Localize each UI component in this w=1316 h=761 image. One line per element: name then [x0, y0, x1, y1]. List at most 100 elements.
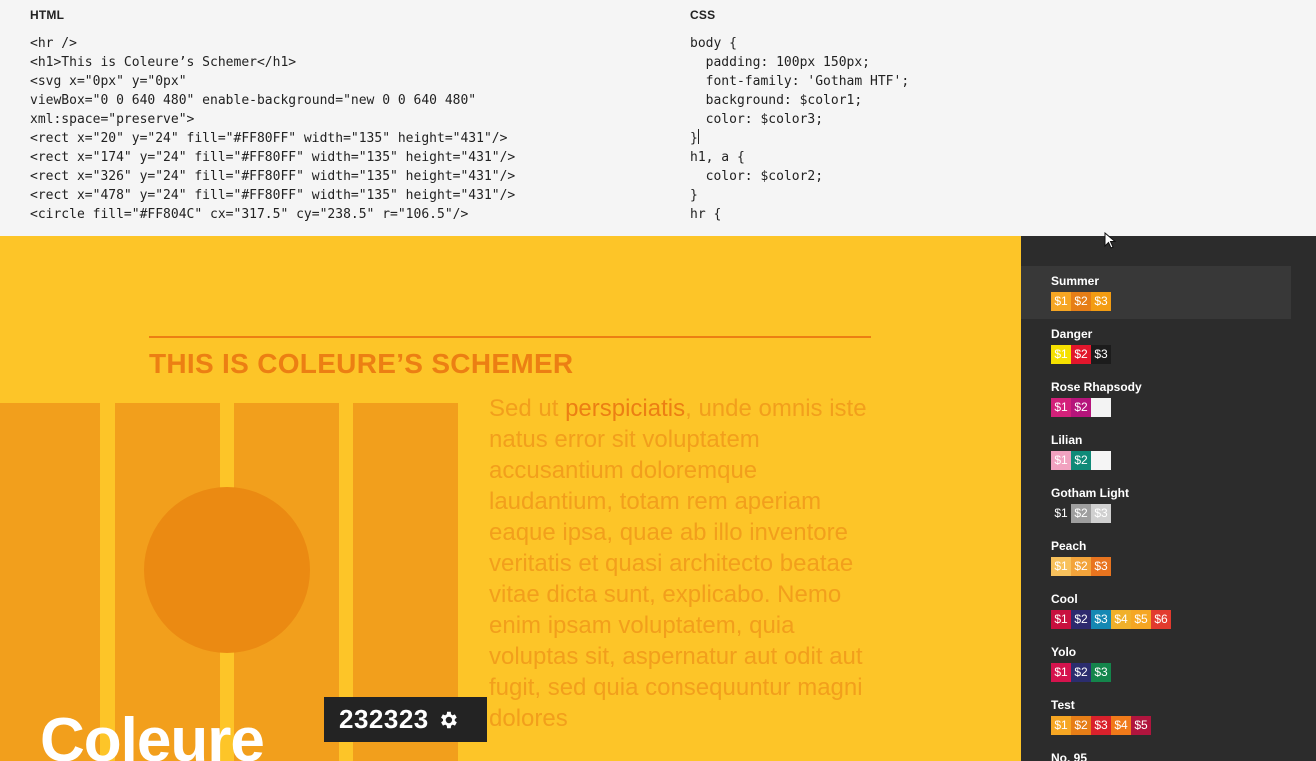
code-line: <h1>This is Coleure’s Schemer</h1>	[30, 55, 297, 70]
scheme-swatches: $1 $2 $3	[1051, 557, 1291, 576]
scheme-swatches: $1 $2	[1051, 398, 1291, 417]
color-swatch[interactable]: $1	[1051, 292, 1071, 311]
scheme-swatches: $1 $2	[1051, 451, 1291, 470]
scheme-item[interactable]: Lilian $1 $2	[1021, 425, 1291, 478]
color-swatch[interactable]: $1	[1051, 504, 1071, 523]
text-caret	[697, 129, 699, 144]
color-swatch[interactable]: $2	[1071, 292, 1091, 311]
scheme-item[interactable]: Cool $1 $2 $3 $4 $5 $6	[1021, 584, 1291, 637]
scheme-name: Lilian	[1051, 433, 1083, 447]
color-hex-badge[interactable]: 232323	[324, 697, 487, 742]
color-swatch[interactable]: $1	[1051, 610, 1071, 629]
scheme-name: Test	[1051, 698, 1075, 712]
scheme-item[interactable]: Danger $1 $2 $3	[1021, 319, 1291, 372]
code-line: background: $color1;	[690, 93, 863, 108]
color-swatch[interactable]: $2	[1071, 663, 1091, 682]
color-swatch[interactable]: $3	[1091, 557, 1111, 576]
color-swatch[interactable]: $2	[1071, 716, 1091, 735]
mouse-cursor-icon	[1104, 232, 1117, 249]
scheme-item[interactable]: Rose Rhapsody $1 $2	[1021, 372, 1291, 425]
brand-wordmark: Coleure	[40, 706, 265, 761]
color-swatch[interactable]: $1	[1051, 345, 1071, 364]
color-swatch[interactable]: $3	[1091, 610, 1111, 629]
scheme-item[interactable]: No. 95	[1021, 743, 1291, 761]
code-line: <rect x="326" y="24" fill="#FF80FF" widt…	[30, 169, 516, 184]
preview-headline: THIS IS COLEURE’S SCHEMER	[149, 348, 574, 379]
css-pane[interactable]: CSS body { padding: 100px 150px; font-fa…	[660, 0, 1316, 236]
css-pane-title: CSS	[690, 8, 716, 22]
color-swatch[interactable]: $2	[1071, 451, 1091, 470]
scheme-name: Cool	[1051, 592, 1078, 606]
scheme-item[interactable]: Summer $1 $2 $3	[1021, 266, 1291, 319]
scheme-name: Yolo	[1051, 645, 1077, 659]
gear-icon[interactable]	[437, 709, 459, 731]
color-swatch[interactable]: $1	[1051, 451, 1071, 470]
code-line: }	[690, 129, 699, 146]
scheme-item[interactable]: Gotham Light $1 $2 $3	[1021, 478, 1291, 531]
color-hex-value: 232323	[339, 704, 429, 734]
scheme-name: Rose Rhapsody	[1051, 380, 1142, 394]
scheme-name: No. 95	[1051, 751, 1088, 761]
color-swatch[interactable]	[1091, 398, 1111, 417]
scheme-list[interactable]: Summer $1 $2 $3 Danger $1 $2 $3 Rose Rhapsody $1 $…	[1021, 236, 1316, 761]
color-swatch[interactable]: $1	[1051, 716, 1071, 735]
color-swatch[interactable]: $5	[1131, 716, 1151, 735]
scheme-name: Danger	[1051, 327, 1093, 341]
body-text-rest: , unde omnis iste natus error sit volupt…	[489, 395, 867, 732]
color-swatch[interactable]: $3	[1091, 345, 1111, 364]
body-text-start: Sed ut	[489, 395, 566, 422]
color-swatch[interactable]: $2	[1071, 610, 1091, 629]
color-swatch[interactable]: $4	[1111, 610, 1131, 629]
preview-pane: THIS IS COLEURE’S SCHEMER Sed ut perspic…	[0, 236, 1021, 761]
code-line: <circle fill="#FF804C" cx="317.5" cy="23…	[30, 207, 469, 222]
scheme-item[interactable]: Test $1 $2 $3 $4 $5	[1021, 690, 1291, 743]
color-swatch[interactable]: $6	[1151, 610, 1171, 629]
css-code[interactable]: body { padding: 100px 150px; font-family…	[690, 34, 909, 224]
scheme-name: Gotham Light	[1051, 486, 1129, 500]
scheme-swatches: $1 $2 $3	[1051, 504, 1291, 523]
artwork-circle	[144, 487, 310, 653]
scheme-name: Summer	[1051, 274, 1100, 288]
color-swatch[interactable]: $1	[1051, 398, 1071, 417]
scheme-swatches: $1 $2 $3 $4 $5 $6	[1051, 610, 1291, 629]
color-swatch[interactable]: $4	[1111, 716, 1131, 735]
color-swatch[interactable]: $2	[1071, 398, 1091, 417]
color-swatch[interactable]	[1091, 451, 1111, 470]
code-line: <hr />	[30, 36, 77, 51]
scheme-item[interactable]: Yolo $1 $2 $3	[1021, 637, 1291, 690]
color-swatch[interactable]: $2	[1071, 557, 1091, 576]
code-line: xml:space="preserve">	[30, 112, 195, 127]
code-line: body {	[690, 36, 737, 51]
color-swatch[interactable]: $3	[1091, 663, 1111, 682]
code-line: <rect x="478" y="24" fill="#FF80FF" widt…	[30, 188, 516, 203]
color-swatch[interactable]: $1	[1051, 663, 1071, 682]
code-line: <rect x="174" y="24" fill="#FF80FF" widt…	[30, 150, 516, 165]
html-pane[interactable]: HTML <hr /> <h1>This is Coleure’s Schemer…	[0, 0, 660, 236]
scheme-swatches: $1 $2 $3	[1051, 345, 1291, 364]
html-pane-title: HTML	[30, 8, 65, 22]
scheme-swatches: $1 $2 $3	[1051, 292, 1291, 311]
color-swatch[interactable]: $3	[1091, 504, 1111, 523]
code-line: padding: 100px 150px;	[690, 55, 871, 70]
horizontal-rule	[149, 336, 871, 338]
color-swatch[interactable]: $3	[1091, 716, 1111, 735]
code-line: font-family: 'Gotham HTF';	[690, 74, 910, 89]
color-swatch[interactable]: $3	[1091, 292, 1111, 311]
preview-body-text: Sed ut perspiciatis, unde omnis iste nat…	[489, 393, 879, 734]
code-line: viewBox="0 0 640 480" enable-background=…	[30, 93, 477, 108]
color-swatch[interactable]: $2	[1071, 504, 1091, 523]
scheme-name: Peach	[1051, 539, 1087, 553]
body-link[interactable]: perspiciatis	[565, 395, 685, 422]
code-line: h1, a {	[690, 150, 745, 165]
code-line: color: $color2;	[690, 169, 824, 184]
html-code[interactable]: <hr /> <h1>This is Coleure’s Schemer</h1>…	[30, 34, 515, 224]
code-editor: HTML <hr /> <h1>This is Coleure’s Schemer…	[0, 0, 1316, 236]
color-swatch[interactable]: $1	[1051, 557, 1071, 576]
code-line: <rect x="20" y="24" fill="#FF80FF" width…	[30, 131, 508, 146]
color-swatch[interactable]: $5	[1131, 610, 1151, 629]
code-line: color: $color3;	[690, 112, 824, 127]
code-line: <svg x="0px" y="0px"	[30, 74, 187, 89]
scheme-swatches: $1 $2 $3	[1051, 663, 1291, 682]
color-swatch[interactable]: $2	[1071, 345, 1091, 364]
scheme-item[interactable]: Peach $1 $2 $3	[1021, 531, 1291, 584]
